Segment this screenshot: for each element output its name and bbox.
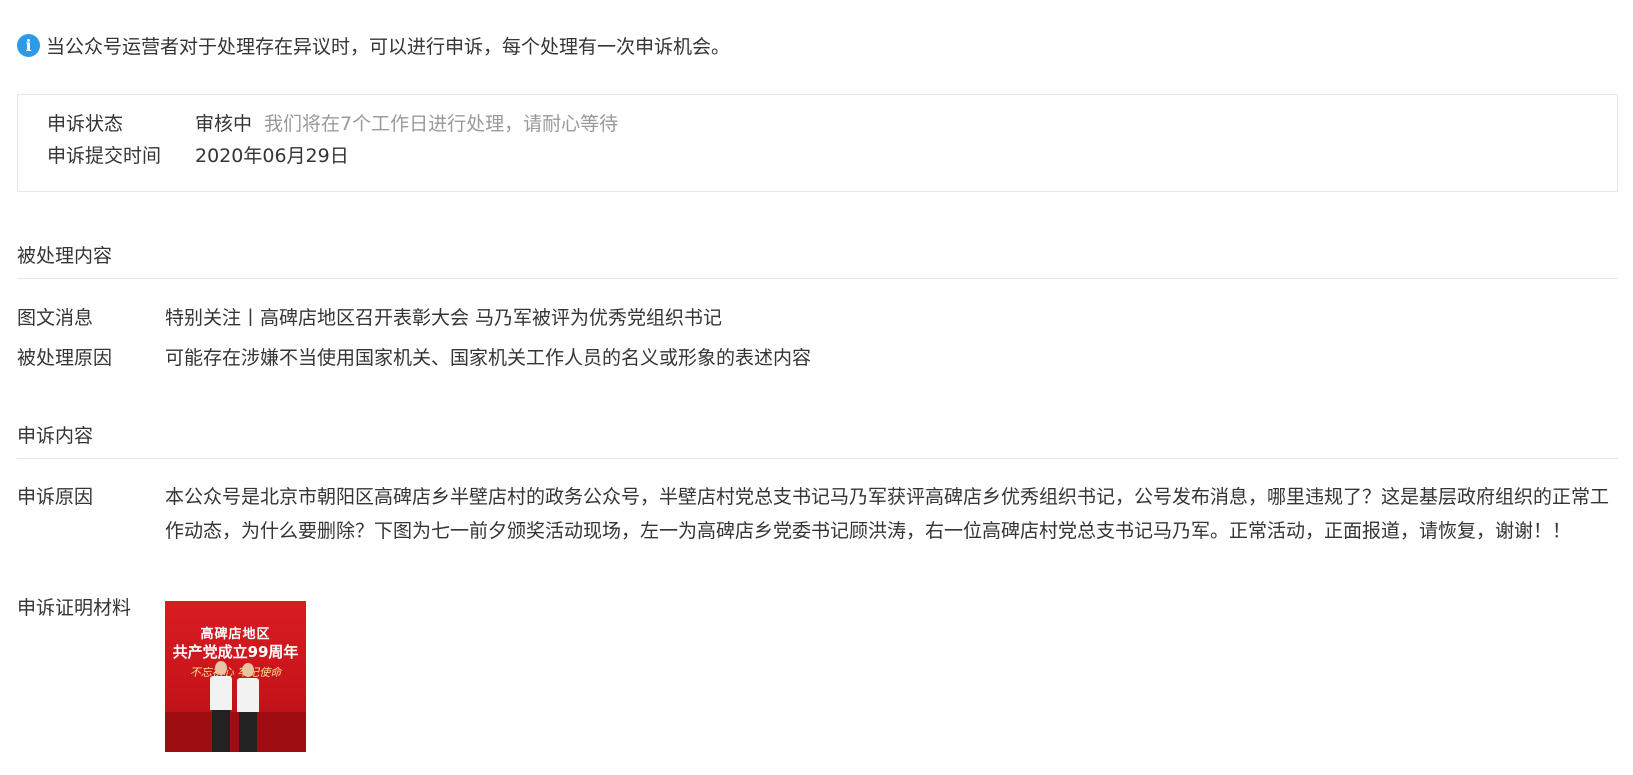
- appeal-notice: i 当公众号运营者对于处理存在异议时，可以进行申诉，每个处理有一次申诉机会。: [17, 32, 730, 58]
- submit-time-label: 申诉提交时间: [47, 144, 162, 167]
- status-row: 申诉状态 审核中 我们将在7个工作日进行处理，请耐心等待: [47, 107, 618, 137]
- appeal-content-title: 申诉内容: [17, 425, 94, 447]
- person-figure: [236, 663, 260, 752]
- proof-image-thumbnail[interactable]: 高碑店地区 共产党成立99周年 不忘初心 牢记使命: [165, 601, 306, 752]
- person-figure: [209, 661, 233, 752]
- processed-reason-label: 被处理原因: [17, 347, 113, 369]
- processed-reason-row: 被处理原因 可能存在涉嫌不当使用国家机关、国家机关工作人员的名义或形象的表述内容: [17, 343, 811, 370]
- processed-content-title: 被处理内容: [17, 245, 113, 267]
- appeal-reason-row: 申诉原因 本公众号是北京市朝阳区高碑店乡半壁店村的政务公众号，半壁店村党总支书记…: [17, 480, 1627, 548]
- submit-time-row: 申诉提交时间 2020年06月29日: [47, 139, 349, 169]
- poster-line2: 共产党成立99周年: [172, 643, 299, 661]
- status-label: 申诉状态: [47, 112, 124, 135]
- article-label: 图文消息: [17, 307, 94, 329]
- section-divider: [17, 278, 1618, 279]
- appeal-reason-label: 申诉原因: [17, 486, 94, 508]
- appeal-status-box: 申诉状态 审核中 我们将在7个工作日进行处理，请耐心等待 申诉提交时间 2020…: [17, 94, 1618, 192]
- processed-reason-value: 可能存在涉嫌不当使用国家机关、国家机关工作人员的名义或形象的表述内容: [165, 347, 812, 369]
- proof-row: 申诉证明材料: [17, 593, 165, 620]
- proof-label: 申诉证明材料: [17, 597, 132, 619]
- notice-text: 当公众号运营者对于处理存在异议时，可以进行申诉，每个处理有一次申诉机会。: [46, 35, 731, 58]
- status-hint: 我们将在7个工作日进行处理，请耐心等待: [264, 112, 619, 135]
- article-row: 图文消息 特别关注丨高碑店地区召开表彰大会 马乃军被评为优秀党组织书记: [17, 303, 722, 330]
- article-value: 特别关注丨高碑店地区召开表彰大会 马乃军被评为优秀党组织书记: [165, 307, 723, 329]
- poster-line1: 高碑店地区: [200, 627, 271, 642]
- info-icon: i: [17, 33, 40, 57]
- appeal-reason-value: 本公众号是北京市朝阳区高碑店乡半壁店村的政务公众号，半壁店村党总支书记马乃军获评…: [165, 486, 1610, 542]
- section-divider: [17, 458, 1618, 459]
- status-value: 审核中: [195, 112, 253, 135]
- submit-time-value: 2020年06月29日: [195, 144, 349, 167]
